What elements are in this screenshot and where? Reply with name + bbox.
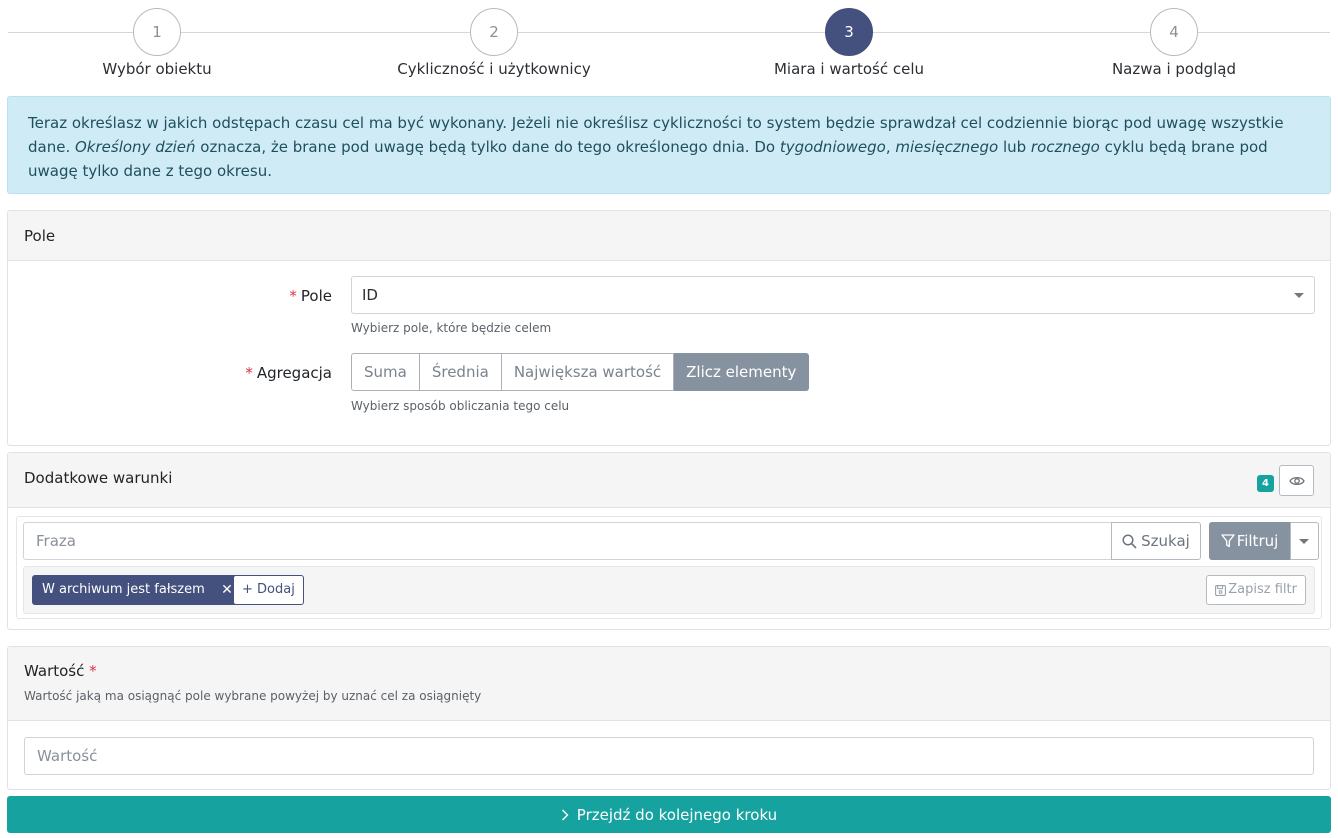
step-3[interactable]: 3 Miara i wartość celu — [699, 8, 999, 78]
plus-icon: + — [242, 582, 253, 597]
active-filter-chip[interactable]: W archiwum jest fałszem ✕ — [32, 575, 241, 605]
wartosc-input[interactable]: Wartość — [24, 737, 1314, 775]
eye-icon — [1288, 476, 1305, 485]
filter-button[interactable]: Filtruj — [1209, 522, 1290, 560]
search-icon — [1122, 533, 1137, 549]
add-filter-label: Dodaj — [257, 582, 295, 597]
agregacja-label: * Agregacja — [8, 364, 332, 382]
agregacja-option-srednia[interactable]: Średnia — [419, 353, 502, 391]
add-filter-button[interactable]: + Dodaj — [233, 575, 304, 605]
wartosc-card: Wartość * Wartość jaką ma osiągnąć pole … — [7, 646, 1331, 790]
search-button[interactable]: Szukaj — [1111, 522, 1201, 560]
save-icon — [1215, 584, 1227, 596]
info-text-3: , — [885, 138, 896, 156]
wartosc-card-header: Wartość * Wartość jaką ma osiągnąć pole … — [8, 647, 1330, 721]
agregacja-button-group: Suma Średnia Największa wartość Zlicz el… — [351, 353, 810, 391]
step-4-label: Nazwa i podgląd — [1111, 60, 1237, 78]
pole-select[interactable]: ID — [351, 276, 1315, 314]
toggle-visibility-button[interactable] — [1279, 465, 1314, 496]
agregacja-option-suma[interactable]: Suma — [351, 353, 420, 391]
wartosc-title: Wartość * — [24, 661, 1314, 681]
info-em-3: miesięcznego — [895, 138, 999, 156]
step-2[interactable]: 2 Cykliczność i użytkownicy — [344, 8, 644, 78]
warunki-card-header: Dodatkowe warunki 4 — [8, 453, 1330, 508]
pole-card-header: Pole — [8, 211, 1330, 261]
pole-select-value: ID — [362, 286, 378, 304]
warunki-title: Dodatkowe warunki — [24, 469, 173, 487]
filter-button-label: Filtruj — [1236, 532, 1279, 550]
filter-area: Fraza Szukaj Filtruj W archiwum jest fał… — [16, 516, 1322, 619]
wartosc-subtitle: Wartość jaką ma osiągnąć pole wybrane po… — [24, 689, 482, 703]
step-1-circle[interactable]: 1 — [133, 8, 181, 56]
active-filter-label: W archiwum jest fałszem — [42, 582, 205, 597]
step-2-label: Cykliczność i użytkownicy — [397, 60, 591, 78]
chevron-right-icon — [561, 809, 569, 820]
search-input[interactable]: Fraza — [23, 522, 1112, 560]
step-4-circle[interactable]: 4 — [1150, 8, 1198, 56]
step-3-circle[interactable]: 3 — [825, 8, 873, 56]
filter-count-badge: 4 — [1257, 475, 1274, 492]
step-4[interactable]: 4 Nazwa i podgląd — [1024, 8, 1324, 78]
step-1-label: Wybór obiektu — [102, 60, 212, 78]
info-text-2: oznacza, że brane pod uwagę będą tylko d… — [195, 138, 780, 156]
close-icon[interactable]: ✕ — [221, 575, 233, 605]
info-text-4: lub — [998, 138, 1031, 156]
filter-icon — [1221, 534, 1235, 548]
pole-card: Pole * Pole ID Wybierz pole, które będzie… — [7, 210, 1331, 446]
chevron-down-icon — [1299, 539, 1309, 544]
save-filter-button[interactable]: Zapisz filtr — [1206, 575, 1306, 605]
next-step-button[interactable]: Przejdź do kolejnego kroku — [7, 796, 1331, 833]
chevron-down-icon — [1294, 293, 1304, 298]
info-em-1: Określony dzień — [75, 138, 196, 156]
save-filter-label: Zapisz filtr — [1228, 582, 1297, 597]
wartosc-title-text: Wartość — [24, 662, 85, 680]
agregacja-label-text: Agregacja — [256, 364, 332, 382]
search-button-label: Szukaj — [1141, 532, 1190, 550]
step-1[interactable]: 1 Wybór obiektu — [7, 8, 307, 78]
warunki-card: Dodatkowe warunki 4 Fraza Szukaj Filtruj — [7, 452, 1331, 630]
required-mark: * — [289, 287, 297, 305]
info-em-4: rocznego — [1030, 138, 1100, 156]
pole-help: Wybierz pole, które będzie celem — [351, 321, 552, 335]
next-step-label: Przejdź do kolejnego kroku — [576, 805, 778, 824]
wizard-stepper: 1 Wybór obiektu 2 Cykliczność i użytkown… — [0, 0, 1338, 90]
required-mark: * — [89, 662, 97, 680]
agregacja-help: Wybierz sposób obliczania tego celu — [351, 399, 570, 413]
agregacja-option-zlicz[interactable]: Zlicz elementy — [674, 353, 810, 391]
filter-dropdown-toggle[interactable] — [1290, 522, 1319, 560]
active-filters-row: W archiwum jest fałszem ✕ + Dodaj Zapisz… — [23, 566, 1315, 614]
info-em-2: tygodniowego — [779, 138, 886, 156]
required-mark: * — [245, 364, 253, 382]
info-alert: Teraz określasz w jakich odstępach czasu… — [7, 96, 1331, 194]
step-2-circle[interactable]: 2 — [470, 8, 518, 56]
agregacja-option-najwieksza[interactable]: Największa wartość — [501, 353, 675, 391]
pole-label: * Pole — [8, 287, 332, 305]
step-3-label: Miara i wartość celu — [773, 60, 925, 78]
pole-label-text: Pole — [300, 287, 332, 305]
